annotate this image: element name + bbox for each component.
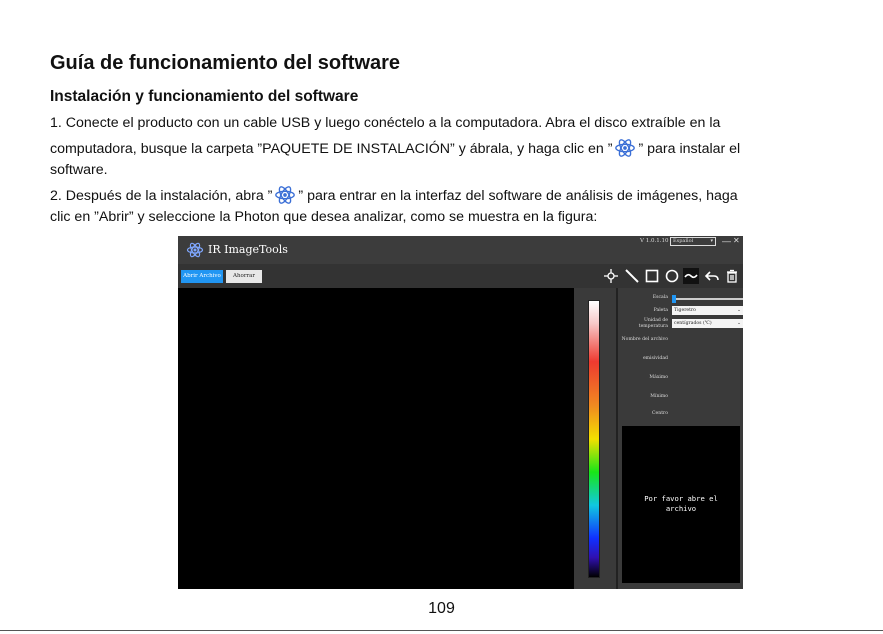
step1-line2-before: computadora, busque la carpeta ”PAQUETE … [50,141,613,157]
wave-icon[interactable] [683,268,699,284]
colorbar-panel [574,288,616,589]
unit-label-1: Unidad de [643,318,668,323]
color-scale-bar [588,300,600,578]
step2-line1: 2. Después de la instalación, abra ” ” pa… [50,184,738,206]
minimize-button[interactable]: — [722,236,731,246]
undo-icon[interactable] [704,268,720,284]
palette-select[interactable]: Tigeretro ⌄ [672,306,743,315]
center-label: Centro [652,411,668,416]
scale-slider-track[interactable] [674,298,743,300]
section-heading: Instalación y funcionamiento del softwar… [50,88,359,105]
page-heading: Guía de funcionamiento del software [50,52,401,74]
language-select[interactable]: Español ▾ [670,237,716,246]
scale-label: Escala [652,295,668,300]
unit-value: centígrados (℃) [674,321,712,326]
chevron-down-icon: ⌄ [737,321,741,326]
circle-icon[interactable] [664,268,680,284]
step2-line1-before: 2. Después de la instalación, abra ” [50,188,273,204]
palette-label: Paleta [653,308,668,313]
footer-divider [0,630,883,631]
max-label: Máximo [649,375,668,380]
atom-icon [186,242,204,258]
filename-label: Nombre del archivo [621,337,668,342]
open-file-message: Por favor abre el archivo [622,494,740,514]
open-file-message-line1: Por favor abre el [644,494,718,503]
image-viewport[interactable] [178,288,574,589]
min-label: Mínimo [650,394,668,399]
step1-line2-after: ” para instalar el [638,141,741,157]
chevron-down-icon: ⌄ [737,308,741,313]
thumbnail-preview: Por favor abre el archivo [622,426,740,583]
palette-value: Tigeretro [674,308,696,313]
open-file-message-line2: archivo [665,504,697,513]
app-toolbar: Abrir Archivo Ahorrar [178,264,743,288]
open-file-button[interactable]: Abrir Archivo [181,270,223,283]
trash-icon[interactable] [724,268,740,284]
chevron-down-icon: ▾ [710,238,713,244]
rectangle-icon[interactable] [644,268,660,284]
properties-panel: Escala Paleta Tigeretro ⌄ Unidad de tempe… [616,288,743,589]
step2-line2: clic en ”Abrir” y seleccione la Photon q… [50,209,598,225]
close-button[interactable]: ✕ [733,236,740,245]
atom-icon [615,139,636,157]
step2-line1-after: ” para entrar en la interfaz del softwar… [298,188,738,204]
unit-label-2: temperatura [638,324,668,329]
save-button[interactable]: Ahorrar [226,270,262,283]
scale-slider-thumb[interactable] [672,295,676,303]
emissivity-label: emisividad [642,356,668,361]
unit-select[interactable]: centígrados (℃) ⌄ [672,319,743,328]
step1-line1: 1. Conecte el producto con un cable USB … [50,115,721,131]
line-icon[interactable] [624,268,640,284]
atom-icon [275,186,296,204]
app-screenshot: IR ImageTools V 1.0.1.10 Español ▾ — ✕ Ab… [178,236,743,589]
crosshair-icon[interactable] [603,268,619,284]
language-value: Español [673,238,694,244]
page-number: 109 [428,600,455,617]
step1-line2: computadora, busque la carpeta ”PAQUETE … [50,137,740,159]
app-title: IR ImageTools [208,243,288,256]
app-titlebar: IR ImageTools V 1.0.1.10 Español ▾ — ✕ [178,236,743,264]
step1-line3: software. [50,162,108,178]
version-label: V 1.0.1.10 [640,238,669,244]
